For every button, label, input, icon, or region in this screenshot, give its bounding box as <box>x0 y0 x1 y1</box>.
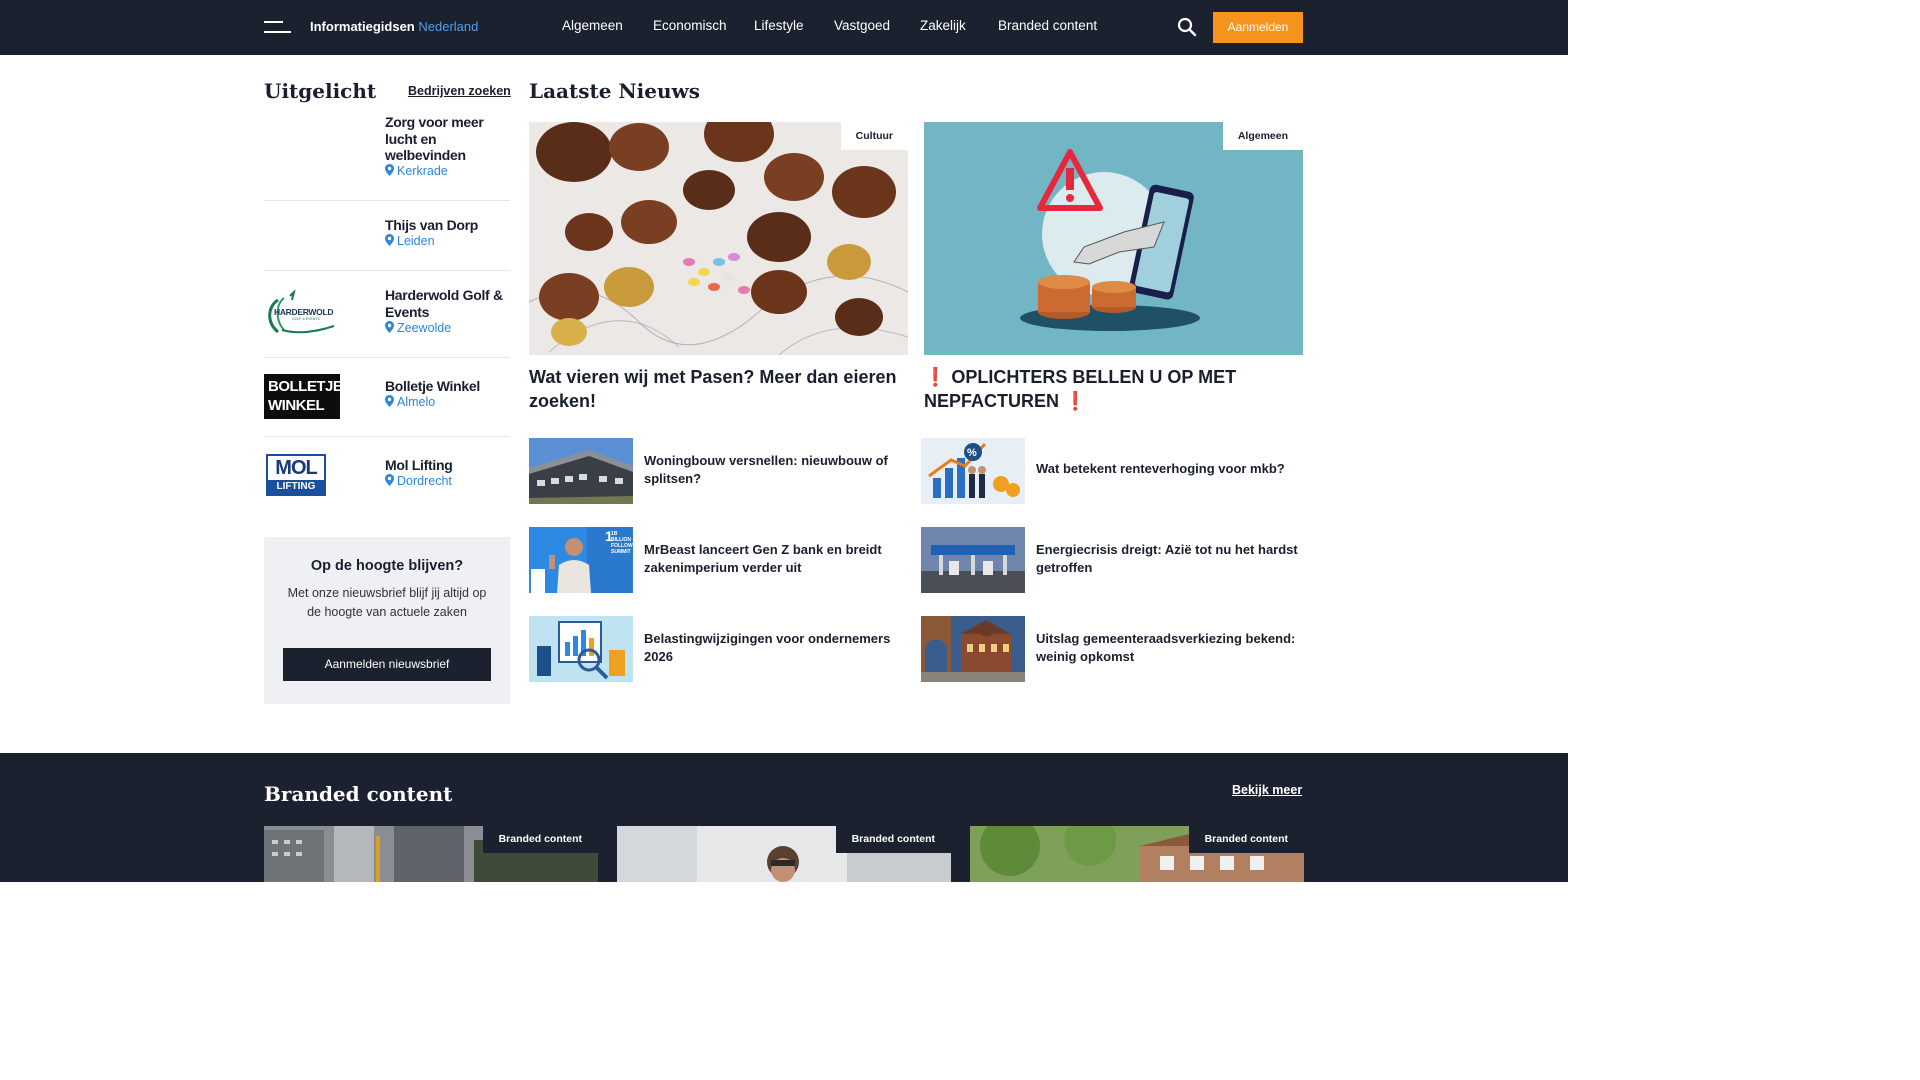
featured-item[interactable]: Thijs van Dorp Leiden <box>264 201 510 271</box>
logo-line: WINKEL <box>268 397 325 414</box>
branded-content-section: Branded content Bekijk meer Branded cont… <box>0 753 1568 882</box>
featured-item-location: Leiden <box>385 234 435 248</box>
bolletje-winkel-logo: BOLLETJE WINKEL <box>264 374 340 419</box>
brand-main: Informatiegidsen <box>310 19 415 34</box>
featured-item[interactable]: MOL LIFTING Mol Lifting Dordrecht <box>264 437 510 515</box>
branded-card[interactable]: Branded content <box>970 826 1304 882</box>
news-image-easter-eggs[interactable]: Cultuur <box>529 122 908 355</box>
branded-tag: Branded content <box>1188 826 1304 853</box>
newsletter-title: Op de hoogte blijven? <box>310 558 464 574</box>
news-list-title: Woningbouw versnellen: nieuwbouw of spli… <box>644 453 888 486</box>
menu-icon[interactable] <box>264 21 291 35</box>
news-list-title: Uitslag gemeenteraadsverkiezing bekend: … <box>1036 631 1296 664</box>
featured-item-location: Zeewolde <box>385 321 451 335</box>
news-list-title: Energiecrisis dreigt: Azië tot nu het ha… <box>1036 542 1298 575</box>
news-thumbnail <box>921 616 1025 682</box>
newsletter-text: Met onze nieuwsbrief blijf jij altijd op… <box>287 586 487 619</box>
featured-item-location: Dordrecht <box>385 474 452 488</box>
news-thumbnail: % <box>921 438 1025 504</box>
location-pin-icon <box>385 474 394 486</box>
branded-tag: Branded content <box>482 826 598 853</box>
news-thumbnail <box>529 438 633 504</box>
news-list-item[interactable]: % Wat betekent renteverhoging voor mkb? <box>921 438 1301 504</box>
top-navbar: Informatiegidsen Nederland Algemeen Econ… <box>0 0 1568 55</box>
location-pin-icon <box>385 321 394 333</box>
news-list-item[interactable]: Energiecrisis dreigt: Azië tot nu het ha… <box>921 527 1301 593</box>
logo-line: MOL <box>268 456 324 480</box>
find-companies-link[interactable]: Bedrijven zoeken <box>408 84 511 98</box>
nav-economisch[interactable]: Economisch <box>653 18 727 33</box>
branded-card[interactable]: Branded content <box>617 826 951 882</box>
featured-item-name: Mol Lifting <box>385 457 453 473</box>
latest-news-title: Laatste Nieuws <box>529 79 701 103</box>
location-text: Zeewolde <box>397 321 452 335</box>
location-pin-icon <box>385 234 394 246</box>
newsletter-signup-button[interactable]: Aanmelden nieuwsbrief <box>283 648 491 681</box>
news-list-item[interactable]: Woningbouw versnellen: nieuwbouw of spli… <box>529 438 909 504</box>
featured-item[interactable]: BOLLETJE WINKEL Bolletje Winkel Almelo <box>264 358 510 437</box>
featured-item-name: Thijs van Dorp <box>385 217 479 233</box>
featured-item-location: Kerkrade <box>385 164 448 178</box>
branded-tag: Branded content <box>835 826 951 853</box>
nav-vastgoed[interactable]: Vastgoed <box>834 18 890 33</box>
newsletter-box: Op de hoogte blijven? Met onze nieuwsbri… <box>264 537 510 704</box>
news-headline[interactable]: Wat vieren wij met Pasen? Meer dan eiere… <box>529 365 908 413</box>
nav-branded-content[interactable]: Branded content <box>998 18 1097 33</box>
featured-item[interactable]: Zorg voor meer lucht en welbevinden Kerk… <box>264 114 510 201</box>
news-thumbnail <box>529 616 633 682</box>
nav-algemeen[interactable]: Algemeen <box>562 18 623 33</box>
news-list-title: Belastingwijzigingen voor ondernemers 20… <box>644 631 891 664</box>
harderwold-logo: HARDERWOLD GOLF & EVENTS <box>264 288 338 338</box>
location-text: Dordrecht <box>397 474 452 488</box>
nav-zakelijk[interactable]: Zakelijk <box>920 18 966 33</box>
location-text: Kerkrade <box>397 164 448 178</box>
branded-content-title: Branded content <box>264 782 453 806</box>
location-text: Almelo <box>397 395 436 409</box>
site-logo[interactable]: Informatiegidsen Nederland <box>310 19 478 34</box>
logo-subtext: GOLF & EVENTS <box>292 317 320 321</box>
branded-card[interactable]: Branded content <box>264 826 598 882</box>
mol-lifting-logo: MOL LIFTING <box>266 454 326 496</box>
featured-item-name: Zorg voor meer lucht en welbevinden <box>385 114 484 163</box>
category-tag[interactable]: Cultuur <box>840 122 908 150</box>
news-thumbnail: 1 1B BILLION FOLLOW SUMMIT <box>529 527 633 593</box>
news-list-item[interactable]: Belastingwijzigingen voor ondernemers 20… <box>529 616 909 682</box>
news-list-item[interactable]: 1 1B BILLION FOLLOW SUMMIT MrBeast lance… <box>529 527 909 593</box>
featured-item[interactable]: HARDERWOLD GOLF & EVENTS Harderwold Golf… <box>264 271 510 358</box>
view-more-link[interactable]: Bekijk meer <box>1232 783 1302 797</box>
location-pin-icon <box>385 164 394 176</box>
featured-title: Uitgelicht <box>264 79 377 103</box>
brand-accent: Nederland <box>418 19 479 34</box>
news-list-title: Wat betekent renteverhoging voor mkb? <box>1036 461 1285 476</box>
location-text: Leiden <box>397 234 435 248</box>
thumb-overlay-text: 1B BILLION FOLLOW SUMMIT <box>611 531 633 555</box>
news-list-item[interactable]: Uitslag gemeenteraadsverkiezing bekend: … <box>921 616 1301 682</box>
login-button[interactable]: Aanmelden <box>1213 12 1303 43</box>
logo-line: LIFTING <box>276 481 316 492</box>
search-icon[interactable] <box>1176 16 1198 38</box>
nav-lifestyle[interactable]: Lifestyle <box>754 18 804 33</box>
logo-line: BOLLETJE <box>268 378 340 395</box>
featured-item-location: Almelo <box>385 395 435 409</box>
location-pin-icon <box>385 395 394 407</box>
svg-text:%: % <box>967 447 977 459</box>
category-tag[interactable]: Algemeen <box>1222 122 1303 150</box>
logo-text: HARDERWOLD <box>274 307 334 317</box>
featured-item-name: Bolletje Winkel <box>385 378 480 394</box>
news-image-phone-scam[interactable]: Algemeen <box>924 122 1303 355</box>
news-thumbnail <box>921 527 1025 593</box>
news-list-title: MrBeast lanceert Gen Z bank en breidt za… <box>644 542 882 575</box>
featured-item-name: Harderwold Golf & Events <box>385 287 503 320</box>
news-headline[interactable]: ❗ OPLICHTERS BELLEN U OP MET NEPFACTUREN… <box>924 365 1303 413</box>
